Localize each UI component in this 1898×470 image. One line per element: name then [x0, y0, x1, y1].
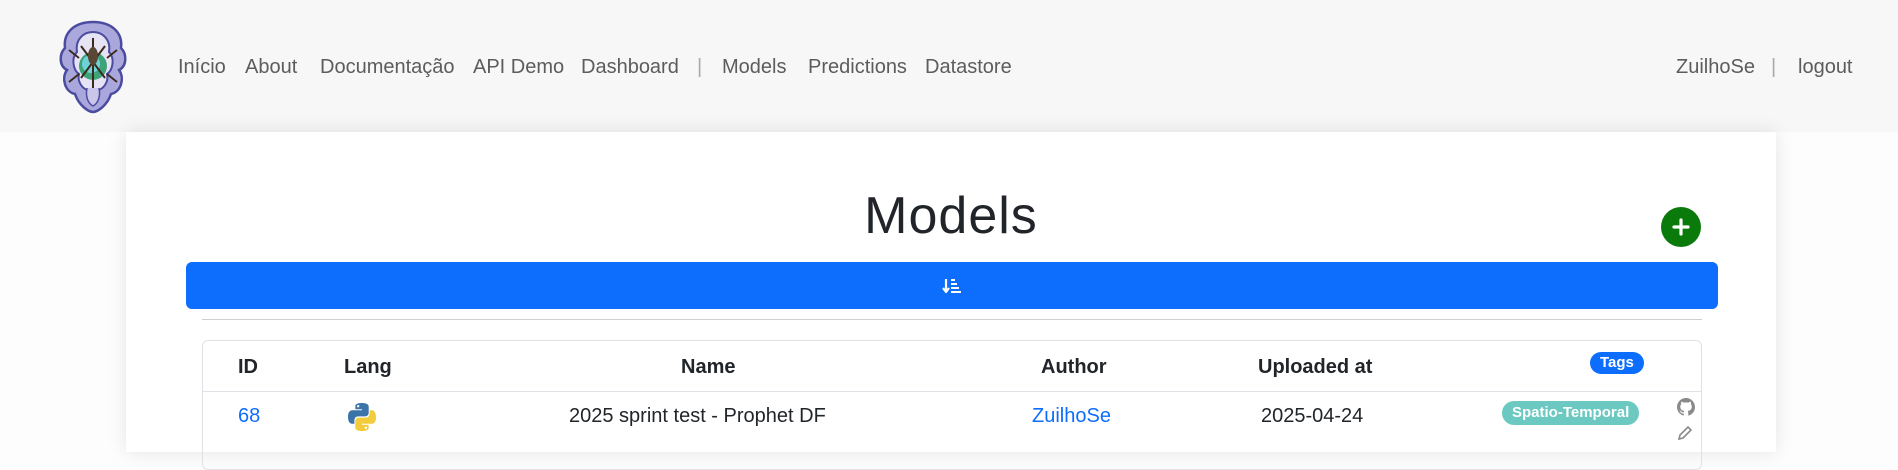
add-model-button[interactable]	[1661, 207, 1701, 247]
logout-link[interactable]: logout	[1798, 54, 1853, 80]
nav-link-about[interactable]: About	[245, 54, 297, 80]
nav-link-predictions[interactable]: Predictions	[808, 54, 907, 80]
navbar: Início About Documentação API Demo Dashb…	[0, 0, 1898, 132]
nav-link-inicio[interactable]: Início	[178, 54, 226, 80]
header-divider	[203, 391, 1701, 392]
model-id-link[interactable]: 68	[238, 404, 260, 428]
col-header-author[interactable]: Author	[1041, 355, 1107, 379]
plus-icon	[1672, 218, 1690, 236]
models-card: Models ID Lang Name Author Uploaded at T…	[126, 132, 1776, 470]
mosquito-logo[interactable]	[55, 18, 131, 114]
tag-badge[interactable]: Spatio-Temporal	[1502, 401, 1640, 425]
python-icon	[348, 403, 376, 431]
model-name: 2025 sprint test - Prophet DF	[569, 405, 826, 427]
nav-link-documentacao[interactable]: Documentação	[320, 54, 455, 80]
nav-link-models[interactable]: Models	[722, 54, 786, 80]
sort-amount-down-icon	[942, 278, 961, 293]
nav-separator: |	[697, 56, 703, 78]
nav-link-api-demo[interactable]: API Demo	[473, 54, 564, 80]
divider	[202, 319, 1702, 320]
nav-link-dashboard[interactable]: Dashboard	[581, 54, 679, 80]
col-header-name[interactable]: Name	[681, 355, 735, 379]
page-title: Models	[864, 187, 1038, 245]
nav-user-link[interactable]: ZuilhoSe	[1676, 54, 1755, 80]
nav-link-datastore[interactable]: Datastore	[925, 54, 1012, 80]
model-uploaded-date: 2025-04-24	[1261, 405, 1364, 427]
col-header-uploaded[interactable]: Uploaded at	[1258, 355, 1372, 379]
github-icon[interactable]	[1677, 398, 1695, 416]
col-header-lang[interactable]: Lang	[344, 355, 392, 379]
sort-toggle-button[interactable]	[186, 262, 1718, 309]
pencil-icon[interactable]	[1677, 425, 1693, 441]
nav-user-separator: |	[1771, 56, 1777, 78]
col-header-tags[interactable]: Tags	[1590, 352, 1644, 374]
model-author-link[interactable]: ZuilhoSe	[1032, 404, 1111, 428]
col-header-id[interactable]: ID	[238, 355, 258, 379]
models-table: ID Lang Name Author Uploaded at Tags 68 …	[202, 340, 1702, 470]
